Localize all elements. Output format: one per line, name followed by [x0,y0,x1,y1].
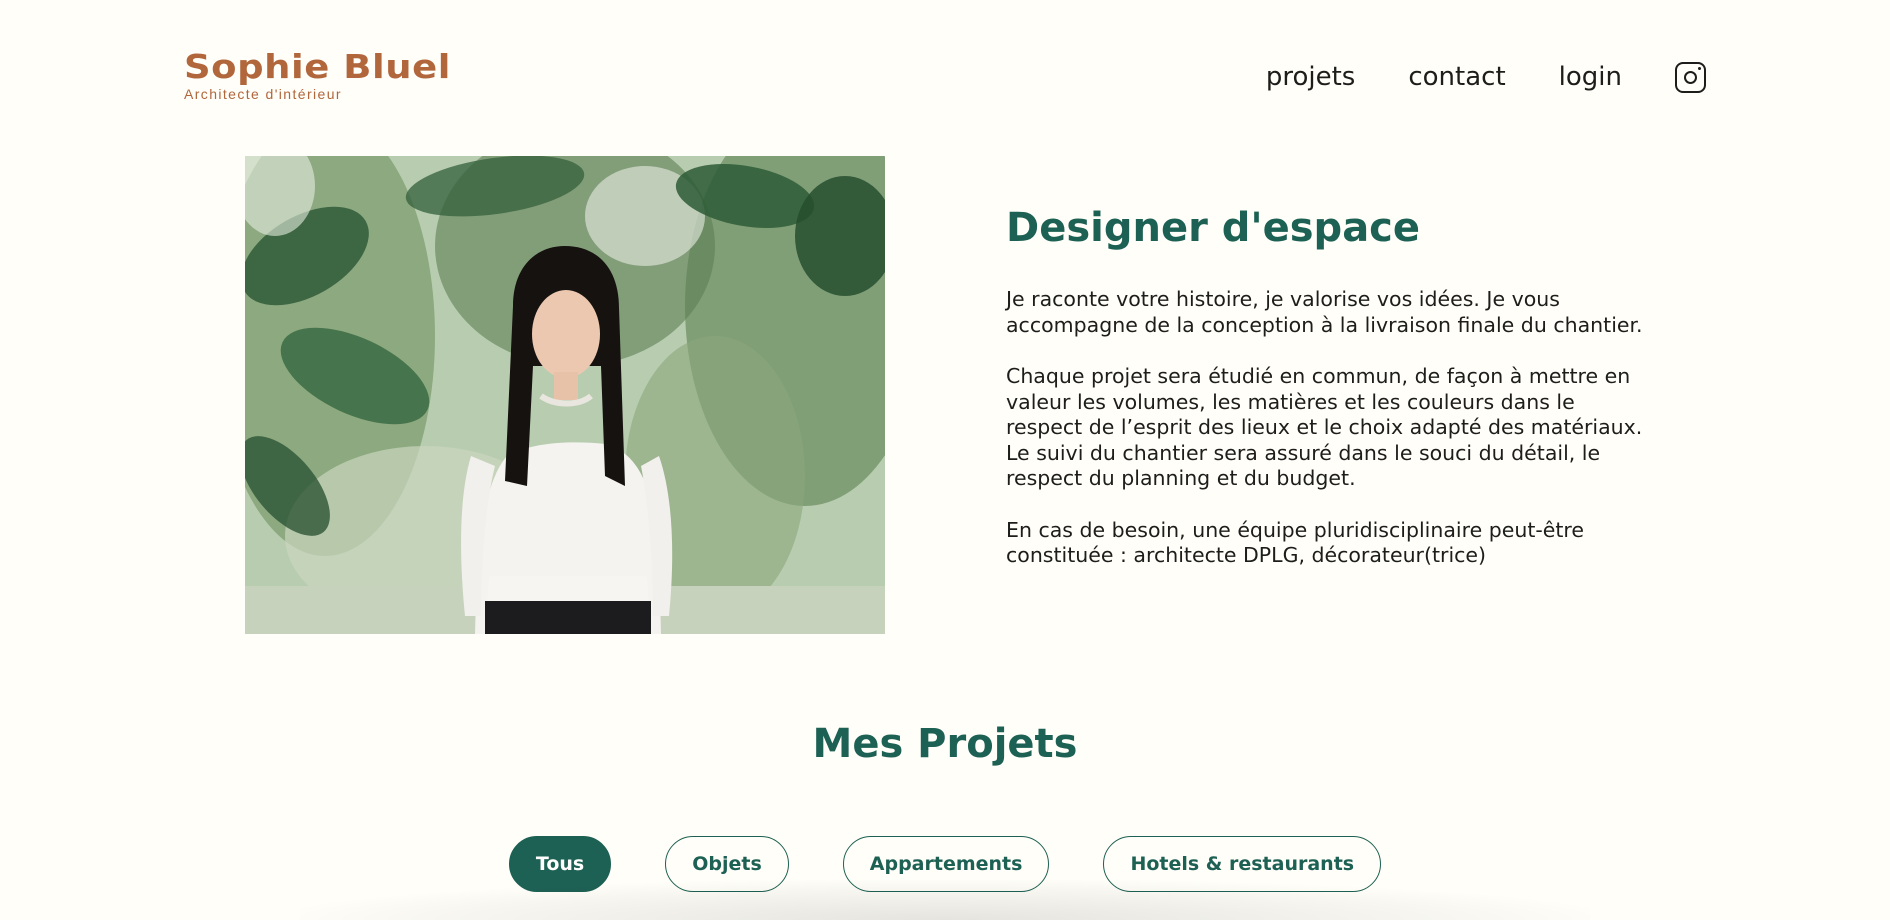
instagram-icon-lens [1684,70,1697,84]
instagram-icon[interactable] [1675,61,1706,93]
nav-link-projets[interactable]: projets [1266,60,1356,94]
intro-paragraph-2: Chaque projet sera étudié en commun, de … [1006,364,1643,490]
intro-paragraph-1: Je raconte votre histoire, je valorise v… [1006,287,1643,337]
logo-subtitle: Architecte d'intérieur [184,86,342,102]
intro-title: Designer d'espace [1006,205,1421,251]
gallery-top-shadow [300,880,1590,920]
logo[interactable]: Sophie Bluel Architecte d'intérieur [184,48,450,103]
portrait-photo [245,156,885,634]
intro-paragraph-3: En cas de besoin, une équipe pluridiscip… [1006,517,1585,568]
nav-link-contact[interactable]: contact [1408,60,1505,94]
instagram-icon-dot [1698,66,1701,70]
logo-title: Sophie Bluel [184,47,451,86]
projects-title: Mes Projets [812,721,1078,767]
main-nav: projets contact login [1266,60,1706,94]
nav-link-login[interactable]: login [1559,60,1622,94]
site-header: Sophie Bluel Architecte d'intérieur proj… [0,0,1890,140]
portrait-illustration [245,156,885,634]
intro-text: Designer d'espace Je raconte votre histo… [1006,200,1656,595]
